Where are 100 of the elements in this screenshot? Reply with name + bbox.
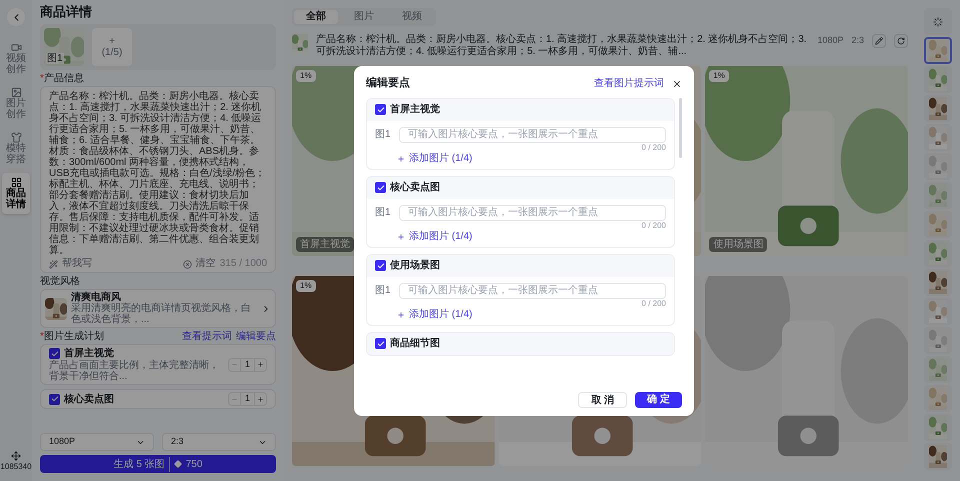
checkbox[interactable]: [49, 394, 60, 404]
char-count: 0 / 200: [642, 220, 666, 230]
cancel-button[interactable]: 取 消: [578, 392, 628, 408]
panel-title: 商品详情: [40, 3, 93, 22]
section-label: 视觉风格: [40, 275, 81, 289]
edit-button[interactable]: [872, 34, 886, 48]
thumbnail[interactable]: [924, 37, 952, 64]
select-field[interactable]: 1080P: [40, 433, 154, 451]
wand-icon: [49, 260, 58, 268]
close-icon[interactable]: [672, 78, 682, 88]
thumbnail[interactable]: [924, 153, 952, 180]
section-label: 产品信息: [44, 72, 84, 86]
thumbnail[interactable]: [924, 124, 952, 151]
style-description: 采用清爽明亮的电商详情页视觉风格，白色或浅色背景，...: [71, 303, 252, 325]
thumbnail[interactable]: [924, 182, 952, 209]
checkbox[interactable]: [375, 260, 386, 271]
credits-count: 1085340: [0, 461, 32, 473]
refresh-button[interactable]: [894, 34, 908, 48]
confirm-button[interactable]: 确 定: [635, 392, 682, 408]
char-count: 315 / 1000: [220, 258, 267, 270]
clear-icon: [182, 260, 192, 268]
quantity-stepper[interactable]: 1: [228, 392, 267, 406]
refresh-icon: [897, 37, 905, 45]
diamond-icon: [174, 460, 182, 468]
check-icon: [50, 395, 58, 403]
prompt-text: 产品名称：榨汁机。品类：厨房小电器。核心卖点：1. 高速搅打，水果蔬菜快速出汁；2. 迷你机身不占空间；3. 可拆洗设计清洁方便；4. 低噪运行更适合家用；5. 一杯多用，可做果汁、奶昔、辅...: [316, 34, 808, 58]
thumbnail[interactable]: [924, 385, 952, 412]
thumbnail[interactable]: [924, 95, 952, 122]
thumbnail[interactable]: [924, 356, 952, 383]
plan-title: 核心卖点图: [64, 392, 114, 406]
assist-link[interactable]: 帮我写: [62, 258, 92, 270]
progress-badge: 1%: [296, 280, 316, 292]
video-icon: [10, 42, 22, 53]
section-title: 核心卖点图: [390, 180, 440, 195]
thumbnail[interactable]: [924, 298, 952, 325]
shirt-icon: [10, 132, 22, 143]
image-icon: [10, 87, 22, 98]
clear-link[interactable]: 清空: [196, 258, 216, 270]
plan-description: 产品占画面主要比例，主体完整清晰，背景干净但符合...: [49, 360, 220, 382]
check-icon: [376, 262, 384, 270]
section-title: 使用场景图: [390, 258, 440, 273]
move-icon: [11, 451, 21, 461]
add-image-link[interactable]: 添加图片 (1/4): [397, 230, 472, 242]
points-input[interactable]: 可输入图片核心要点，一张图展示一个重点: [399, 204, 666, 220]
add-image-button[interactable]: + (1/5): [92, 28, 132, 66]
section-title: 商品细节图: [390, 336, 440, 351]
checkbox[interactable]: [375, 338, 386, 349]
thumbnail[interactable]: [924, 327, 952, 354]
nav-item[interactable]: 商品详情: [2, 173, 30, 214]
pencil-icon: [875, 37, 883, 45]
scrollbar[interactable]: [679, 98, 682, 158]
plan-title: 首屏主视觉: [64, 347, 114, 360]
select-field[interactable]: 2:3: [162, 433, 276, 451]
thumbnail[interactable]: [924, 66, 952, 93]
row-label: 图1: [375, 206, 391, 220]
thumbnail[interactable]: [924, 269, 952, 296]
plus-icon[interactable]: [257, 396, 264, 402]
loading-icon: [933, 16, 943, 26]
grid-icon: [10, 177, 22, 188]
required-mark: *: [40, 330, 44, 344]
plan-link[interactable]: 编辑要点: [236, 330, 276, 344]
quantity-stepper[interactable]: 1: [228, 358, 267, 372]
style-card[interactable]: 清爽电商风 采用清爽明亮的电商详情页视觉风格，白色或浅色背景，...: [40, 289, 276, 328]
check-icon: [376, 340, 384, 348]
thumbnail[interactable]: [924, 240, 952, 267]
generate-button[interactable]: 生成 5 张图 750: [40, 455, 276, 473]
row-label: 图1: [375, 128, 391, 142]
row-label: 图1: [375, 284, 391, 298]
char-count: 0 / 200: [642, 298, 666, 308]
plan-link[interactable]: 查看提示词: [182, 330, 232, 344]
checkbox[interactable]: [49, 348, 60, 359]
checkbox[interactable]: [375, 104, 386, 115]
plus-icon: [397, 232, 405, 240]
style-name: 清爽电商风: [71, 292, 122, 303]
progress-badge: 1%: [709, 70, 729, 82]
add-image-link[interactable]: 添加图片 (1/4): [397, 152, 472, 164]
thumbnail[interactable]: [924, 8, 952, 35]
checkbox[interactable]: [375, 182, 386, 193]
check-icon: [376, 184, 384, 192]
product-info-text: 产品名称：榨汁机。品类：厨房小电器。核心卖点：1. 高速搅打，水果蔬菜快速出汁；2. 迷你机身不占空间；3. 可拆洗设计清洁方便；4. 低噪运行更适合家用；5. 一杯多用，可做果汁、奶昔、辅食；6. 适合早餐、健身、宝宝辅食、下午茶。材质：食品级杯体、不锈钢刀头、ABS机身。参数：300ml/600ml 两种容量，便携杯式结构，USB充电或插电款可选。规格：白色/浅绿/粉色；标配主机、杯体、刀片底座、充电线、说明书；部分套餐赠清洁刷。使用建议：食材切块后加入，液体不宜超过刻度线。刀头清洗后晾干保存。售后保障：支持电机质保，配件可补发。适用限制：不建议处理过硬冰块或骨类食材。促销信息：下单赠清洁刷、第二件优惠、组合装更划算。: [49, 91, 266, 256]
required-mark: *: [40, 72, 44, 86]
points-input[interactable]: 可输入图片核心要点，一张图展示一个重点: [399, 126, 666, 142]
prompt-link[interactable]: 查看图片提示词: [594, 76, 664, 91]
tab[interactable]: 全部: [294, 10, 338, 24]
add-image-link[interactable]: 添加图片 (1/4): [397, 308, 472, 320]
section-label: 图片生成计划: [44, 330, 104, 344]
dialog-title: 编辑要点: [366, 76, 410, 92]
product-info-field[interactable]: [40, 86, 276, 273]
back-button[interactable]: [7, 8, 25, 26]
section-title: 首屏主视觉: [390, 102, 440, 117]
points-input[interactable]: 可输入图片核心要点，一张图展示一个重点: [399, 282, 666, 298]
check-icon: [50, 350, 58, 358]
progress-badge: 1%: [296, 70, 316, 82]
resolution-label: 1080P: [817, 34, 844, 47]
thumbnail[interactable]: [924, 414, 952, 441]
thumbnail[interactable]: [924, 211, 952, 238]
image-label: 图1: [46, 53, 64, 64]
plus-icon[interactable]: [257, 361, 264, 368]
char-count: 0 / 200: [642, 142, 666, 152]
thumbnail[interactable]: [924, 443, 952, 470]
